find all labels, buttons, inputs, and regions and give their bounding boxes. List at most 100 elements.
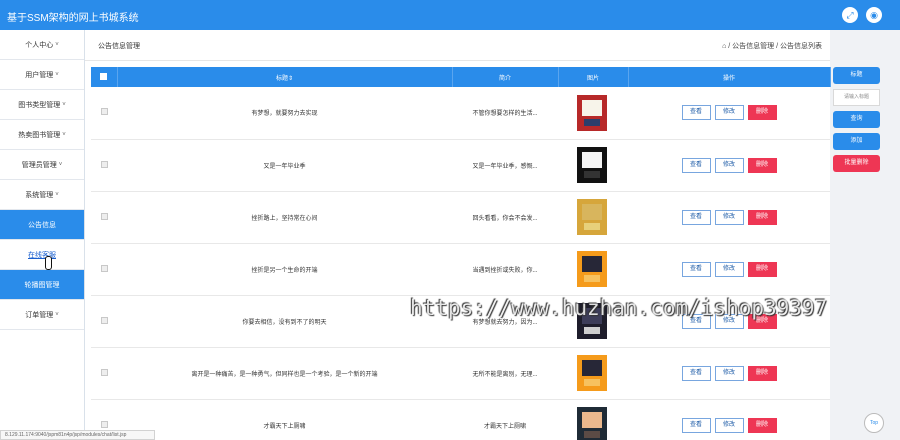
browser-status-url: 8.129.11.174:9040/jspm81n4p/jsp/modules/…: [0, 430, 155, 440]
delete-button[interactable]: 删除: [747, 157, 777, 173]
row-title: 挫折是另一个生命的开端: [117, 243, 452, 296]
add-button[interactable]: 添加: [833, 133, 880, 150]
view-button[interactable]: 查看: [681, 209, 711, 225]
table-body: 有梦想，就要努力去实现 不管你想要怎样的生活... 查看 修改 删除 又是一年毕业季 又是…: [91, 87, 830, 440]
row-checkbox[interactable]: [100, 264, 108, 272]
scroll-top-button[interactable]: Top: [864, 413, 884, 433]
row-intro: 回头看看，你会不会发...: [452, 191, 558, 244]
sidebar-item-label: 个人中心: [25, 41, 54, 49]
batch-delete-button[interactable]: 批量删除: [833, 155, 880, 172]
sidebar: 个人中心 ˅ 用户管理 ˅ 图书类型管理 ˅ 热卖图书管理 ˅ 管理员管理 ˅ 系统管理 ˅…: [0, 30, 85, 440]
sidebar-item-users[interactable]: 用户管理 ˅: [0, 60, 84, 90]
row-intro: 无所不能是离别，无理...: [452, 347, 558, 400]
edit-button[interactable]: 修改: [714, 157, 744, 173]
search-input[interactable]: 请输入标题: [833, 89, 880, 106]
table-row: 有梦想，就要努力去实现 不管你想要怎样的生活... 查看 修改 删除: [91, 87, 830, 140]
hand-cursor-icon: [43, 256, 52, 270]
table-row: 挫折路上，坚持常在心间 回头看看，你会不会发... 查看 修改 删除: [91, 191, 830, 244]
row-intro: 不管你想要怎样的生活...: [452, 87, 558, 140]
row-checkbox[interactable]: [100, 108, 108, 116]
sidebar-item-admins[interactable]: 管理员管理 ˅: [0, 150, 84, 180]
user-icon[interactable]: ◉: [866, 7, 882, 23]
view-button[interactable]: 查看: [681, 417, 711, 433]
chevron-down-icon: ˅: [62, 101, 66, 108]
book-cover-image: [572, 404, 614, 440]
sidebar-item-orders[interactable]: 订单管理 ˅: [0, 300, 84, 330]
table-header: 标题⇕ 简介 图片 操作: [91, 67, 831, 87]
chevron-down-icon: ˅: [62, 131, 66, 138]
row-title: 离开是一种痛苦，是一种勇气，但同样也是一个考验，是一个新的开端: [117, 347, 452, 400]
chevron-down-icon: ˅: [55, 311, 59, 318]
book-cover-image: [572, 92, 614, 134]
row-title: 又是一年毕业季: [117, 139, 452, 192]
view-button[interactable]: 查看: [681, 261, 711, 277]
row-title: 挫折路上，坚持常在心间: [117, 191, 452, 244]
edit-button[interactable]: 修改: [714, 365, 744, 381]
edit-button[interactable]: 修改: [714, 261, 744, 277]
row-checkbox[interactable]: [100, 316, 108, 324]
sidebar-item-profile[interactable]: 个人中心 ˅: [0, 30, 84, 60]
top-bar: 基于SSM架构的网上书城系统 ⤢ ◉: [0, 0, 900, 30]
sidebar-item-notices[interactable]: 公告信息: [0, 210, 84, 240]
table-row: 才霸天下上厕啸 才霸天下上厕啸 查看 修改 删除: [91, 399, 830, 440]
view-button[interactable]: 查看: [681, 157, 711, 173]
chevron-down-icon: ˅: [55, 71, 59, 78]
sidebar-item-label: 管理员管理: [21, 161, 57, 169]
sidebar-item-label: 公告信息: [28, 221, 56, 229]
chevron-down-icon: ˅: [58, 161, 63, 168]
column-intro: 简介: [452, 67, 559, 87]
page-title: 公告信息管理: [98, 43, 140, 50]
sidebar-item-label: 图书类型管理: [18, 101, 61, 109]
sidebar-item-label: 订单管理: [25, 311, 54, 319]
row-intro: 又是一年毕业季，感慨...: [452, 139, 558, 192]
sidebar-item-label: 轮播图管理: [24, 281, 60, 289]
sidebar-item-book-types[interactable]: 图书类型管理 ˅: [0, 90, 84, 120]
breadcrumb-bar: 公告信息管理 ⌂ / 公告信息管理 / 公告信息列表: [85, 30, 830, 61]
view-button[interactable]: 查看: [681, 365, 711, 381]
main-content: 公告信息管理 ⌂ / 公告信息管理 / 公告信息列表 标题⇕ 简介 图片 操作 …: [85, 30, 831, 440]
query-button[interactable]: 查询: [833, 111, 880, 128]
sidebar-item-label: 用户管理: [25, 71, 54, 79]
select-all-checkbox[interactable]: [100, 72, 108, 80]
table-row: 又是一年毕业季 又是一年毕业季，感慨... 查看 修改 删除: [91, 139, 830, 192]
table-row: 离开是一种痛苦，是一种勇气，但同样也是一个考验，是一个新的开端 无所不能是离别，无…: [91, 347, 830, 400]
delete-button[interactable]: 删除: [747, 105, 777, 121]
sidebar-item-hot-books[interactable]: 热卖图书管理 ˅: [0, 120, 84, 150]
sidebar-item-system[interactable]: 系统管理 ˅: [0, 180, 84, 210]
edit-button[interactable]: 修改: [714, 417, 744, 433]
book-cover-image: [572, 144, 614, 186]
column-title[interactable]: 标题⇕: [117, 67, 453, 87]
book-cover-image: [572, 352, 614, 394]
select-all-header[interactable]: [91, 67, 118, 87]
right-action-panel: 标题 请输入标题 查询 添加 批量删除: [833, 67, 881, 177]
column-image: 图片: [558, 67, 629, 87]
row-checkbox[interactable]: [100, 368, 108, 376]
row-intro: 当遇到挫折或失败，你...: [452, 243, 558, 296]
chevron-down-icon: ˅: [55, 41, 59, 48]
breadcrumb: ⌂ / 公告信息管理 / 公告信息列表: [722, 43, 822, 50]
sidebar-item-label: 系统管理: [25, 191, 54, 199]
row-checkbox[interactable]: [100, 420, 108, 428]
delete-button[interactable]: 删除: [747, 417, 777, 433]
delete-button[interactable]: 删除: [747, 209, 777, 225]
sidebar-item-label: 热卖图书管理: [18, 131, 61, 139]
fullscreen-icon[interactable]: ⤢: [842, 7, 858, 23]
delete-button[interactable]: 删除: [747, 365, 777, 381]
view-button[interactable]: 查看: [681, 105, 711, 121]
row-title: 你要去相信，没有到不了的明天: [117, 295, 452, 348]
sidebar-item-carousel[interactable]: 轮播图管理: [0, 270, 84, 300]
chevron-down-icon: ˅: [55, 191, 59, 198]
edit-button[interactable]: 修改: [714, 105, 744, 121]
delete-button[interactable]: 删除: [747, 261, 777, 277]
book-cover-image: [572, 248, 614, 290]
book-cover-image: [572, 196, 614, 238]
row-intro: 才霸天下上厕啸: [452, 399, 558, 440]
edit-button[interactable]: 修改: [714, 209, 744, 225]
row-title: 才霸天下上厕啸: [117, 399, 452, 440]
sidebar-item-online-service[interactable]: 在线客服: [0, 240, 84, 270]
row-checkbox[interactable]: [100, 160, 108, 168]
notice-table: 标题⇕ 简介 图片 操作 有梦想，就要努力去实现 不管你想要怎样的生活... 查看修…: [91, 67, 831, 440]
row-checkbox[interactable]: [100, 212, 108, 220]
title-filter-button[interactable]: 标题: [833, 67, 880, 84]
row-title: 有梦想，就要努力去实现: [117, 87, 452, 140]
